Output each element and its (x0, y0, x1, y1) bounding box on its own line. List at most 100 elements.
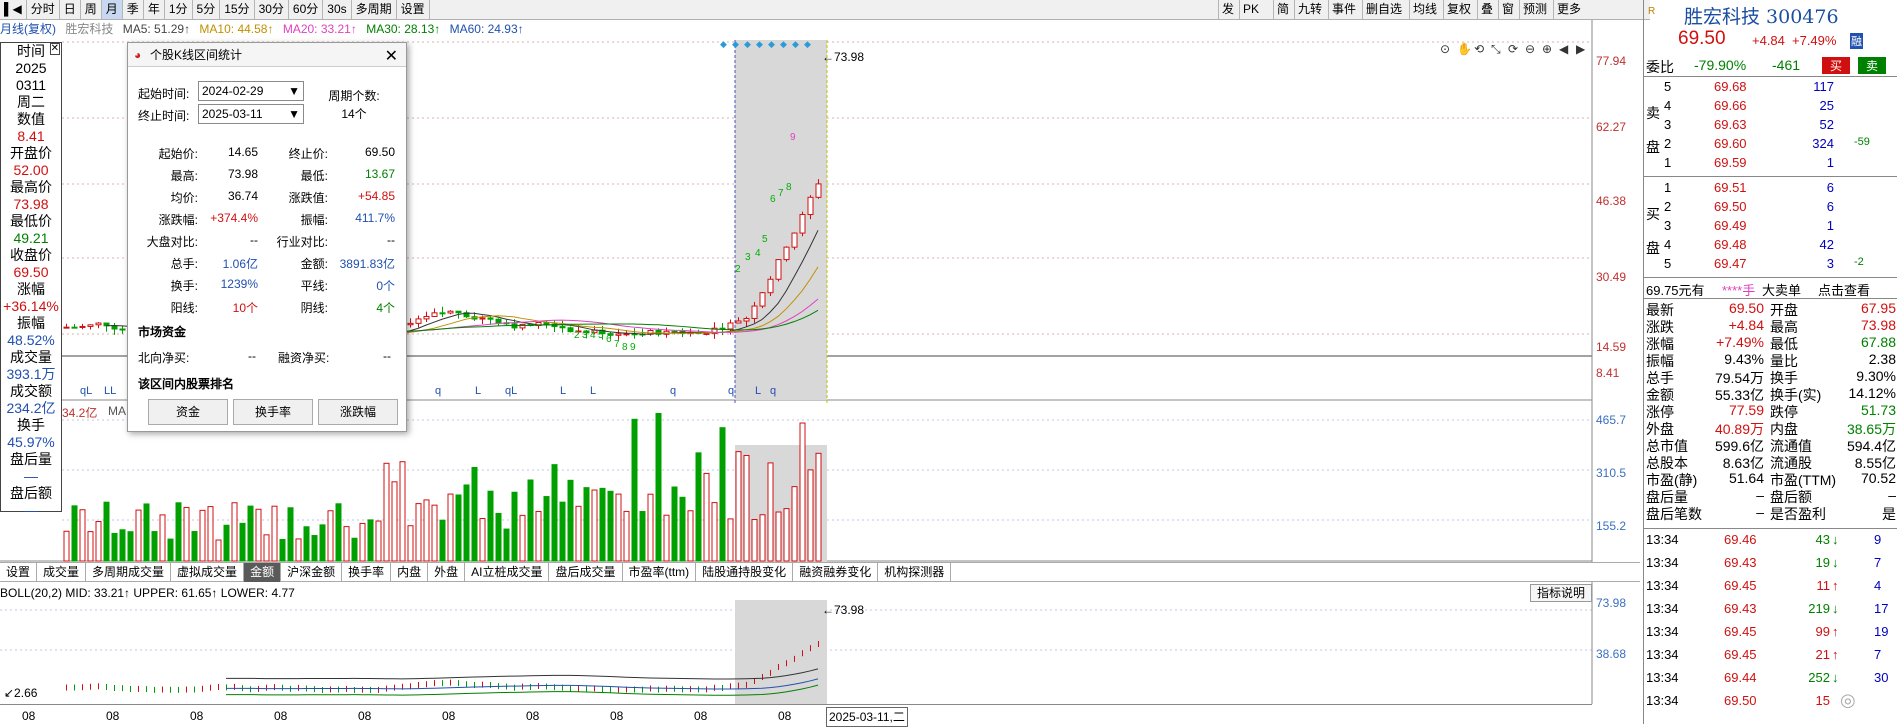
toolbar-button-5[interactable]: 删自选 (1362, 0, 1405, 19)
toolbar-button-10[interactable]: 预测 (1519, 0, 1550, 19)
tick-price: 69.45 (1724, 624, 1757, 639)
panel-close-icon[interactable]: ✕ (49, 43, 60, 55)
bid-level: 5 (1664, 256, 1672, 271)
tick-time: 13:34 (1646, 578, 1679, 593)
weibi-value: -79.90% (1694, 57, 1747, 73)
indicator-tab-3[interactable]: 虚拟成交量 (171, 563, 245, 582)
tick-volume: 219 (1808, 601, 1830, 616)
period-tab-0[interactable]: 分时 (27, 0, 60, 19)
toolbar-button-2[interactable]: 简 (1273, 0, 1292, 19)
period-tab-6[interactable]: 1分 (165, 0, 193, 19)
cursor-info-panel: ✕ 时间 2025 0311 周二 数值 8.41 开盘价 52.00 最高价 73.98 最低价 49… (0, 42, 62, 518)
toolbar-button-3[interactable]: 九转 (1294, 0, 1325, 19)
stat-value: +7.49% (1716, 334, 1764, 350)
period-tab-8[interactable]: 15分 (220, 0, 255, 19)
stat-label: 最高: (170, 169, 198, 183)
toolbar-button-7[interactable]: 复权 (1443, 0, 1474, 19)
ask-volume: 52 (1819, 117, 1834, 132)
toolbar-button-0[interactable]: 发 (1218, 0, 1237, 19)
tick-time: 13:34 (1646, 693, 1679, 708)
ask-price: 69.60 (1714, 136, 1747, 151)
toolbar-button-11[interactable]: 更多 (1553, 0, 1584, 19)
period-tab-2[interactable]: 周 (81, 0, 102, 19)
period-count-value: 14个 (341, 107, 367, 121)
nine-turn-label: 8 (622, 342, 628, 353)
period-tab-7[interactable]: 5分 (193, 0, 221, 19)
toolbar-button-1[interactable]: PK (1239, 0, 1262, 19)
volume-bar (359, 522, 366, 562)
tick-volume: 11 (1816, 578, 1831, 593)
indicator-tab-6[interactable]: 换手率 (342, 563, 392, 582)
close-icon[interactable]: ✕ (385, 46, 398, 66)
ask-level: 3 (1664, 117, 1672, 132)
period-tab-11[interactable]: 30s (323, 0, 352, 19)
rank-capital-button[interactable]: 资金 (148, 399, 228, 425)
volume-bar (343, 526, 350, 562)
period-tab-3[interactable]: 月 (101, 0, 123, 19)
stat-value: 14.12% (1848, 385, 1896, 401)
date-tick: 08 (778, 709, 792, 723)
rank-change-button[interactable]: 涨跌幅 (318, 399, 398, 425)
indicator-tab-8[interactable]: 外盘 (428, 563, 466, 582)
toolbar-button-4[interactable]: 事件 (1328, 0, 1359, 19)
toolbar-button-6[interactable]: 均线 (1409, 0, 1440, 19)
toolbar-button-8[interactable]: 叠 (1477, 0, 1496, 19)
period-tab-12[interactable]: 多周期 (352, 0, 397, 19)
indicator-tab-7[interactable]: 内盘 (391, 563, 429, 582)
menu-icon[interactable]: ▌◀ (0, 0, 27, 19)
candle-body (63, 326, 70, 329)
end-date-select[interactable]: 2025-03-11 ▼ (198, 104, 304, 124)
toolbar-button-9[interactable]: 窗 (1498, 0, 1517, 19)
tick-price: 69.45 (1724, 578, 1757, 593)
indicator-tab-9[interactable]: AI立桩成交量 (465, 563, 550, 582)
weibi-label: 委比 (1646, 59, 1674, 75)
indicator-help-button[interactable]: 指标说明 (1530, 584, 1593, 602)
indicator-tab-2[interactable]: 多周期成交量 (86, 563, 172, 582)
volume-bar (799, 422, 806, 562)
stat-value: – (1888, 487, 1896, 503)
signal-label: q (670, 385, 676, 397)
chart-tool-icon: ✋ (1457, 42, 1472, 56)
date-tick: 08 (274, 709, 288, 723)
nine-turn-label: 5 (598, 330, 604, 341)
volume-bar (311, 535, 318, 562)
indicator-tab-4[interactable]: 金额 (244, 563, 282, 582)
candle-body (71, 326, 78, 329)
indicator-tab-0[interactable]: 设置 (0, 563, 38, 582)
tick-time: 13:34 (1646, 647, 1679, 662)
nine-turn-label: 7 (614, 339, 620, 350)
period-tab-4[interactable]: 季 (123, 0, 144, 19)
bid-side-label: 盘 (1646, 240, 1660, 256)
bid-price: 69.49 (1714, 218, 1747, 233)
indicator-tab-14[interactable]: 机构探测器 (878, 563, 952, 582)
candle-body (87, 324, 94, 327)
nine-turn-label: 4 (755, 248, 761, 259)
ad-item-3[interactable]: 点击查看 (1818, 280, 1870, 299)
indicator-tab-5[interactable]: 沪深金额 (281, 563, 343, 582)
indicator-tab-12[interactable]: 陆股通持股变化 (696, 563, 794, 582)
start-date-select[interactable]: 2024-02-29 ▼ (198, 81, 304, 101)
indicator-tab-11[interactable]: 市盈率(ttm) (623, 563, 697, 582)
info-label: 开盘价 (10, 145, 52, 161)
chart-tool-icon: ⊙ (1440, 42, 1450, 56)
indicator-tab-13[interactable]: 融资融券变化 (793, 563, 879, 582)
ad-item-2[interactable]: 大卖单 (1762, 280, 1801, 299)
date-tick: 08 (106, 709, 120, 723)
end-date-value: 2025-03-11 (202, 107, 263, 121)
ad-item-1[interactable]: ****手 (1722, 280, 1755, 299)
volume-tick: 155.2 (1596, 519, 1627, 533)
sell-button[interactable]: 卖 (1858, 57, 1887, 74)
stat-value: 51.64 (1728, 470, 1764, 486)
indicator-tab-10[interactable]: 盘后成交量 (549, 563, 623, 582)
period-tab-13[interactable]: 设置 (397, 0, 430, 19)
ad-item-0[interactable]: 69.75元有 (1646, 280, 1705, 299)
period-tab-1[interactable]: 日 (60, 0, 81, 19)
rank-turnover-button[interactable]: 换手率 (233, 399, 313, 425)
buy-button[interactable]: 买 (1822, 57, 1851, 74)
period-tab-5[interactable]: 年 (144, 0, 165, 19)
indicator-tab-1[interactable]: 成交量 (37, 563, 87, 582)
period-tab-10[interactable]: 60分 (289, 0, 324, 19)
period-tab-9[interactable]: 30分 (255, 0, 289, 19)
nine-turn-label: 2 (735, 264, 741, 275)
divider (1644, 528, 1897, 529)
